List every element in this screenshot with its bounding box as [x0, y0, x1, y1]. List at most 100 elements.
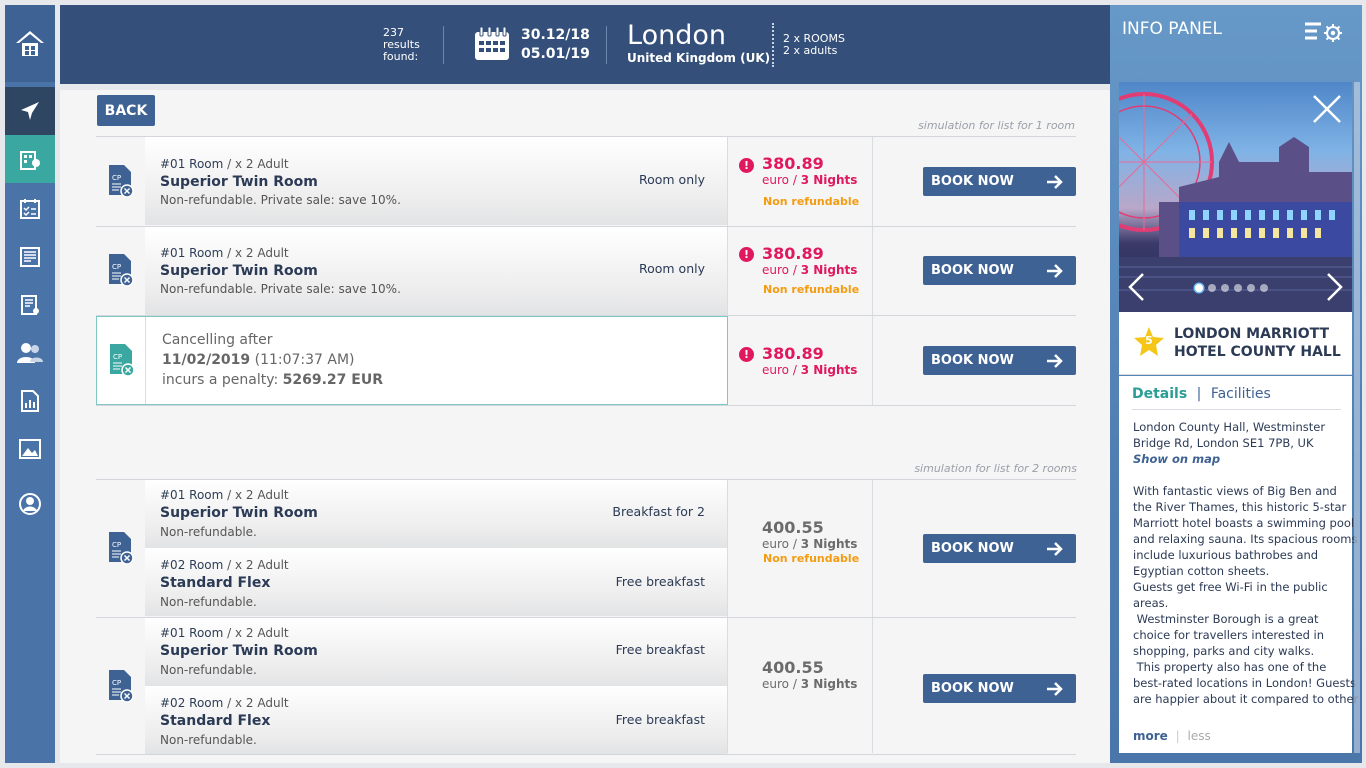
description-line: are happier about it compared to other	[1133, 692, 1359, 706]
room-info: #02 Room / x 2 Adult Standard Flex Non-r…	[145, 686, 727, 754]
board-type: Room only	[638, 261, 705, 276]
carousel-dot[interactable]	[1221, 284, 1229, 292]
room-name: Superior Twin Room	[160, 263, 318, 279]
less-link[interactable]: less	[1188, 729, 1211, 743]
sidebar-item-reports[interactable]	[5, 377, 55, 425]
sidebar-item-users[interactable]	[5, 329, 55, 377]
close-icon[interactable]	[1312, 94, 1342, 124]
description-line: With fantastic views of Big Ben and	[1133, 484, 1337, 498]
calendar-icon	[475, 26, 509, 60]
tab-facilities[interactable]: Facilities	[1211, 386, 1271, 402]
dates-button[interactable]	[474, 26, 510, 65]
chevron-left-icon[interactable]	[1127, 272, 1145, 302]
carousel-dot[interactable]	[1260, 284, 1268, 292]
info-panel: INFO PANEL 5 LONDON MARRIOTT HOTEL COUNT…	[1110, 5, 1362, 763]
book-now-button[interactable]: BOOK NOW	[923, 534, 1076, 563]
rate-row-2-rooms: CP #01 Room / x 2 Adult Superior Twin Ro…	[96, 618, 1076, 754]
home-button[interactable]	[5, 5, 55, 82]
cancellation-policy-icon[interactable]: CP	[108, 164, 134, 198]
sidebar-item-calendar[interactable]	[5, 185, 55, 233]
svg-text:CP: CP	[112, 541, 121, 549]
cancellation-policy-icon[interactable]: CP	[108, 253, 134, 287]
more-link[interactable]: more	[1133, 729, 1168, 743]
room-name: Superior Twin Room	[160, 174, 318, 190]
sidebar-item-invoices[interactable]	[5, 281, 55, 329]
book-now-button[interactable]: BOOK NOW	[923, 256, 1076, 285]
board-type: Free breakfast	[615, 574, 705, 589]
sidebar-item-profile[interactable]	[5, 480, 55, 528]
description-line: shopping, parks and city walks.	[1133, 644, 1315, 658]
price: 400.55	[762, 518, 824, 537]
room-name: Standard Flex	[160, 713, 271, 729]
room-note: Non-refundable. Private sale: save 10%.	[160, 193, 401, 207]
divider	[606, 26, 607, 64]
tab-details[interactable]: Details	[1132, 386, 1187, 402]
alert-icon[interactable]: !	[739, 247, 754, 262]
back-button[interactable]: BACK	[97, 95, 155, 126]
star-rating: 5	[1133, 326, 1165, 358]
price-nights: euro / 3 Nights	[762, 363, 858, 377]
carousel-dot[interactable]	[1247, 284, 1255, 292]
menu-settings-icon[interactable]	[1303, 21, 1343, 43]
users-icon	[17, 343, 43, 363]
hotel-description: With fantastic views of Big Ben and the R…	[1133, 483, 1359, 707]
rooms-guests[interactable]: 2 x ROOMS 2 x adults	[783, 33, 845, 57]
rate-row: CP #01 Room / x 2 Adult Superior Twin Ro…	[96, 137, 1076, 225]
cancellation-policy-icon[interactable]: CP	[108, 669, 134, 703]
arrow-right-icon	[1047, 353, 1063, 368]
refund-status: Non refundable	[763, 195, 860, 208]
carousel-dot[interactable]	[1195, 284, 1203, 292]
country-name: United Kingdom (UK)	[627, 51, 771, 65]
cancellation-row: CP Cancelling after 11/02/2019 (11:07:37…	[96, 316, 1076, 405]
sidebar-item-hotels[interactable]	[5, 135, 55, 183]
room-name: Superior Twin Room	[160, 643, 318, 659]
destination[interactable]: London United Kingdom (UK)	[627, 20, 771, 66]
cancellation-policy-icon[interactable]: CP	[108, 531, 134, 565]
price-nights: euro / 3 Nights	[762, 173, 858, 187]
details-tabs: Details | Facilities	[1132, 386, 1271, 402]
description-line: Egyptian cotton sheets.	[1133, 564, 1270, 578]
book-now-button[interactable]: BOOK NOW	[923, 674, 1076, 703]
checklist-calendar-icon	[20, 199, 40, 219]
book-now-button[interactable]: BOOK NOW	[923, 167, 1076, 196]
price-nights: euro / 3 Nights	[762, 677, 858, 691]
dotted-divider	[772, 23, 774, 67]
alert-icon[interactable]: !	[739, 347, 754, 362]
sidebar-item-flights[interactable]	[5, 87, 55, 135]
sidebar-item-gallery[interactable]	[5, 425, 55, 473]
sidebar-item-documents[interactable]	[5, 233, 55, 281]
refund-status: Non refundable	[763, 283, 860, 296]
city-name: London	[627, 20, 726, 51]
cancellation-text: Cancelling after 11/02/2019 (11:07:37 AM…	[162, 332, 383, 388]
carousel-dot[interactable]	[1208, 284, 1216, 292]
results-content: BACK simulation for list for 1 room CP #…	[60, 90, 1110, 763]
svg-text:CP: CP	[113, 353, 122, 361]
divider	[443, 26, 444, 64]
description-line: Marriott hotel boasts a swimming pool	[1133, 516, 1355, 530]
chevron-right-icon[interactable]	[1326, 272, 1344, 302]
rate-row-2-rooms: CP #01 Room / x 2 Adult Superior Twin Ro…	[96, 480, 1076, 616]
book-now-button[interactable]: BOOK NOW	[923, 346, 1076, 375]
room-note: Non-refundable. Private sale: save 10%.	[160, 282, 401, 296]
simulation-label-2-rooms: simulation for list for 2 rooms	[914, 462, 1077, 475]
more-less-toggle: more | less	[1133, 729, 1211, 743]
hotel-icon	[20, 151, 40, 170]
star-count: 5	[1145, 334, 1153, 347]
divider	[96, 754, 1076, 755]
hotel-name: LONDON MARRIOTT HOTEL COUNTY HALL	[1174, 326, 1341, 360]
room-name: Superior Twin Room	[160, 505, 318, 521]
carousel-dots	[1195, 284, 1268, 292]
room-info: #01 Room / x 2 Adult Superior Twin Room …	[145, 137, 727, 225]
room-note: Non-refundable.	[160, 595, 257, 609]
hotel-title-card: 5 LONDON MARRIOTT HOTEL COUNTY HALL	[1119, 312, 1352, 375]
show-on-map-link[interactable]: Show on map	[1133, 451, 1325, 467]
alert-icon[interactable]: !	[739, 158, 754, 173]
scrollbar[interactable]	[1354, 82, 1360, 753]
rate-row: CP #01 Room / x 2 Adult Superior Twin Ro…	[96, 227, 1076, 315]
home-icon	[16, 30, 44, 56]
cancellation-policy-icon-active[interactable]: CP	[109, 343, 135, 377]
room-info: #01 Room / x 2 Adult Superior Twin Room …	[145, 480, 727, 548]
hotel-details-card: Details | Facilities London County Hall,…	[1119, 376, 1359, 753]
description-line: Westminster Borough is a great	[1133, 612, 1319, 626]
carousel-dot[interactable]	[1234, 284, 1242, 292]
